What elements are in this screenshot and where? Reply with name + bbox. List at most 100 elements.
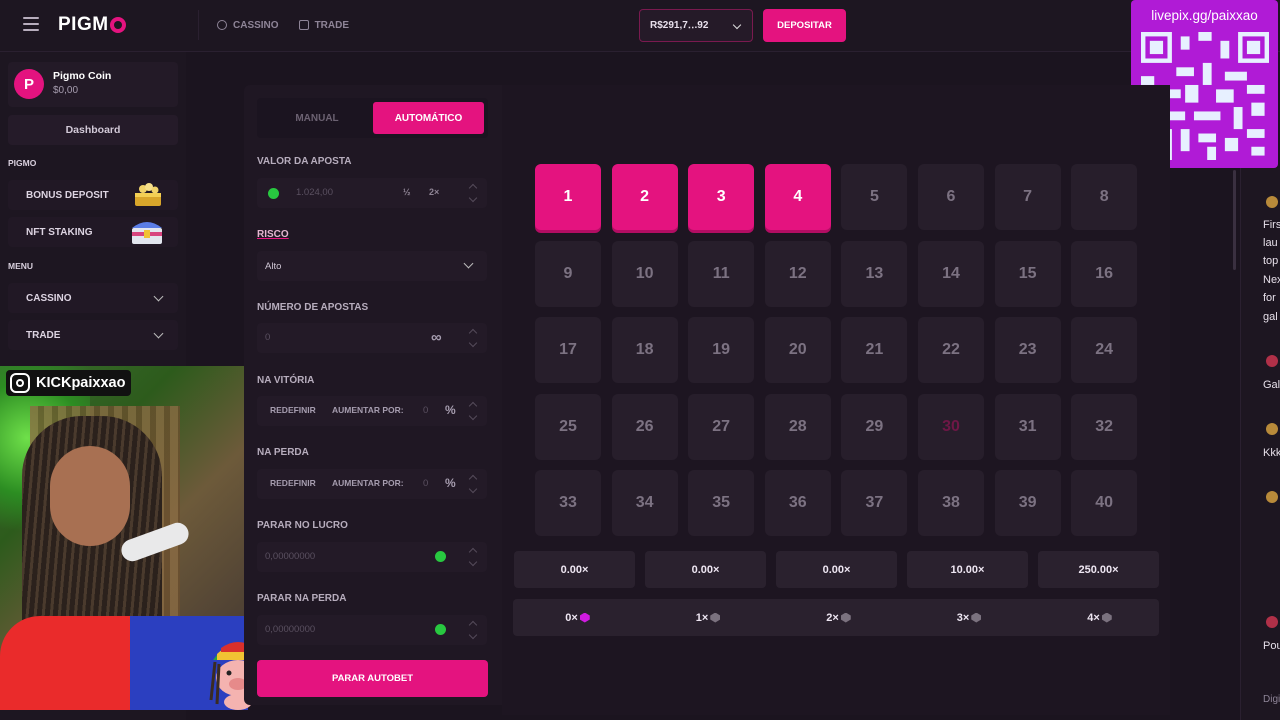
pigmo-logo[interactable]: PIGM: [58, 14, 126, 36]
sidebar-item-cassino[interactable]: CASSINO: [8, 283, 178, 313]
keno-tile[interactable]: 37: [841, 470, 908, 537]
keno-tile[interactable]: 7: [994, 164, 1061, 230]
dashboard-button[interactable]: Dashboard: [8, 115, 178, 145]
keno-tile[interactable]: 9: [535, 240, 601, 307]
chat-line: lau: [1263, 237, 1278, 249]
keno-tile[interactable]: 8: [1071, 164, 1138, 230]
instagram-icon: [10, 373, 30, 393]
risk-select[interactable]: Alto: [257, 251, 487, 281]
keno-tile[interactable]: 36: [764, 470, 831, 537]
keno-tile[interactable]: 34: [611, 470, 678, 537]
num-bets-field[interactable]: 0 ∞: [257, 323, 487, 353]
tab-automatic[interactable]: AUTOMÁTICO: [373, 102, 484, 134]
keno-tile[interactable]: 40: [1071, 470, 1138, 537]
deposit-button[interactable]: DEPOSITAR: [763, 9, 846, 42]
keno-tile[interactable]: 1: [535, 164, 601, 230]
keno-tile[interactable]: 2: [611, 164, 678, 230]
keno-tile[interactable]: 21: [841, 317, 908, 384]
stepper-icon[interactable]: [469, 400, 477, 422]
payout-multiplier: 0.00×: [645, 551, 766, 588]
keno-tile[interactable]: 3: [688, 164, 755, 230]
stepper-icon[interactable]: [469, 327, 477, 349]
chevron-down-icon: [153, 328, 164, 339]
on-win-increase-button[interactable]: AUMENTAR POR:: [332, 405, 404, 415]
logo-text: PIGM: [58, 14, 109, 35]
keno-tile[interactable]: 32: [1071, 393, 1138, 460]
hamburger-menu-icon[interactable]: [23, 17, 39, 31]
double-button[interactable]: 2×: [429, 187, 439, 197]
keno-tile[interactable]: 31: [994, 393, 1061, 460]
top-nav: CASSINO TRADE: [198, 10, 357, 40]
gem-icon: [579, 612, 590, 623]
on-loss-field: REDEFINIR AUMENTAR POR: 0 %: [257, 469, 487, 499]
on-win-increase-value[interactable]: 0: [423, 405, 428, 416]
sidebar-item-bonus-deposit[interactable]: BONUS DEPOSIT: [8, 180, 178, 210]
bet-amount-field[interactable]: 1.024,00 ½ 2×: [257, 178, 487, 208]
stepper-icon[interactable]: [469, 473, 477, 495]
keno-tile[interactable]: 5: [841, 164, 908, 230]
hit-count-label: 3×: [956, 611, 970, 624]
on-win-reset-button[interactable]: REDEFINIR: [270, 405, 316, 415]
keno-tile[interactable]: 16: [1071, 240, 1138, 307]
stepper-icon[interactable]: [469, 546, 477, 568]
keno-tile[interactable]: 29: [841, 393, 908, 460]
bonus-deposit-label: BONUS DEPOSIT: [26, 189, 109, 201]
keno-tile[interactable]: 35: [688, 470, 755, 537]
keno-tile[interactable]: 10: [611, 240, 678, 307]
keno-tile[interactable]: 6: [918, 164, 984, 230]
pigmo-coin-card[interactable]: P Pigmo Coin $0,00: [8, 62, 178, 107]
num-bets-label: NÚMERO DE APOSTAS: [257, 302, 369, 313]
hit-count-cell: 4×: [1035, 599, 1164, 636]
coin-icon: [435, 551, 446, 562]
keno-tile[interactable]: 17: [535, 317, 601, 384]
trade-chart-icon: [298, 20, 309, 30]
keno-tile[interactable]: 14: [918, 240, 984, 307]
keno-tile[interactable]: 28: [764, 393, 831, 460]
keno-tile[interactable]: 18: [611, 317, 678, 384]
treasure-gift-icon: [135, 183, 161, 206]
sidebar-item-nft-staking[interactable]: NFT STAKING: [8, 217, 178, 247]
on-loss-increase-value[interactable]: 0: [423, 478, 428, 489]
on-loss-reset-button[interactable]: REDEFINIR: [270, 478, 316, 488]
infinity-icon[interactable]: ∞: [431, 329, 442, 346]
keno-tile[interactable]: 39: [994, 470, 1061, 537]
treasure-chest-icon: [132, 222, 162, 244]
keno-tile[interactable]: 26: [611, 393, 678, 460]
keno-tile[interactable]: 11: [688, 240, 755, 307]
half-button[interactable]: ½: [403, 187, 411, 197]
keno-tile[interactable]: 12: [764, 240, 831, 307]
keno-tile[interactable]: 24: [1071, 317, 1138, 384]
section-pigmo: PIGMO: [8, 158, 37, 168]
keno-tile[interactable]: 20: [764, 317, 831, 384]
stepper-icon[interactable]: [469, 182, 477, 204]
stop-autobet-button[interactable]: PARAR AUTOBET: [257, 660, 488, 697]
keno-tile[interactable]: 27: [688, 393, 755, 460]
chat-line: Pou: [1263, 640, 1280, 652]
stop-loss-field[interactable]: 0,00000000: [257, 615, 487, 645]
instagram-tag: KICKpaixxao: [6, 370, 132, 396]
keno-tile[interactable]: 38: [918, 470, 984, 537]
scrollbar-thumb[interactable]: [1233, 170, 1236, 270]
keno-tile[interactable]: 25: [535, 393, 601, 460]
keno-tile[interactable]: 13: [841, 240, 908, 307]
keno-tile[interactable]: 15: [994, 240, 1061, 307]
keno-tile[interactable]: 19: [688, 317, 755, 384]
stop-profit-field[interactable]: 0,00000000: [257, 542, 487, 572]
on-win-label: NA VITÓRIA: [257, 375, 315, 386]
hit-count-cell: 0×: [513, 599, 642, 636]
nav-trade[interactable]: TRADE: [291, 10, 357, 40]
stepper-icon[interactable]: [469, 619, 477, 641]
sidebar-item-trade[interactable]: TRADE: [8, 320, 178, 350]
chat-avatar: [1266, 423, 1278, 435]
nav-cassino[interactable]: CASSINO: [209, 10, 287, 40]
stop-profit-value: 0,00000000: [265, 551, 316, 562]
on-loss-increase-button[interactable]: AUMENTAR POR:: [332, 478, 404, 488]
balance-selector[interactable]: R$291,7‥.92: [639, 9, 753, 42]
keno-tile[interactable]: 22: [918, 317, 984, 384]
keno-tile[interactable]: 33: [535, 470, 601, 537]
chat-avatar: [1266, 616, 1278, 628]
tab-manual[interactable]: MANUAL: [261, 102, 373, 134]
keno-tile[interactable]: 30: [918, 393, 984, 460]
keno-tile[interactable]: 23: [994, 317, 1061, 384]
keno-tile[interactable]: 4: [764, 164, 831, 230]
